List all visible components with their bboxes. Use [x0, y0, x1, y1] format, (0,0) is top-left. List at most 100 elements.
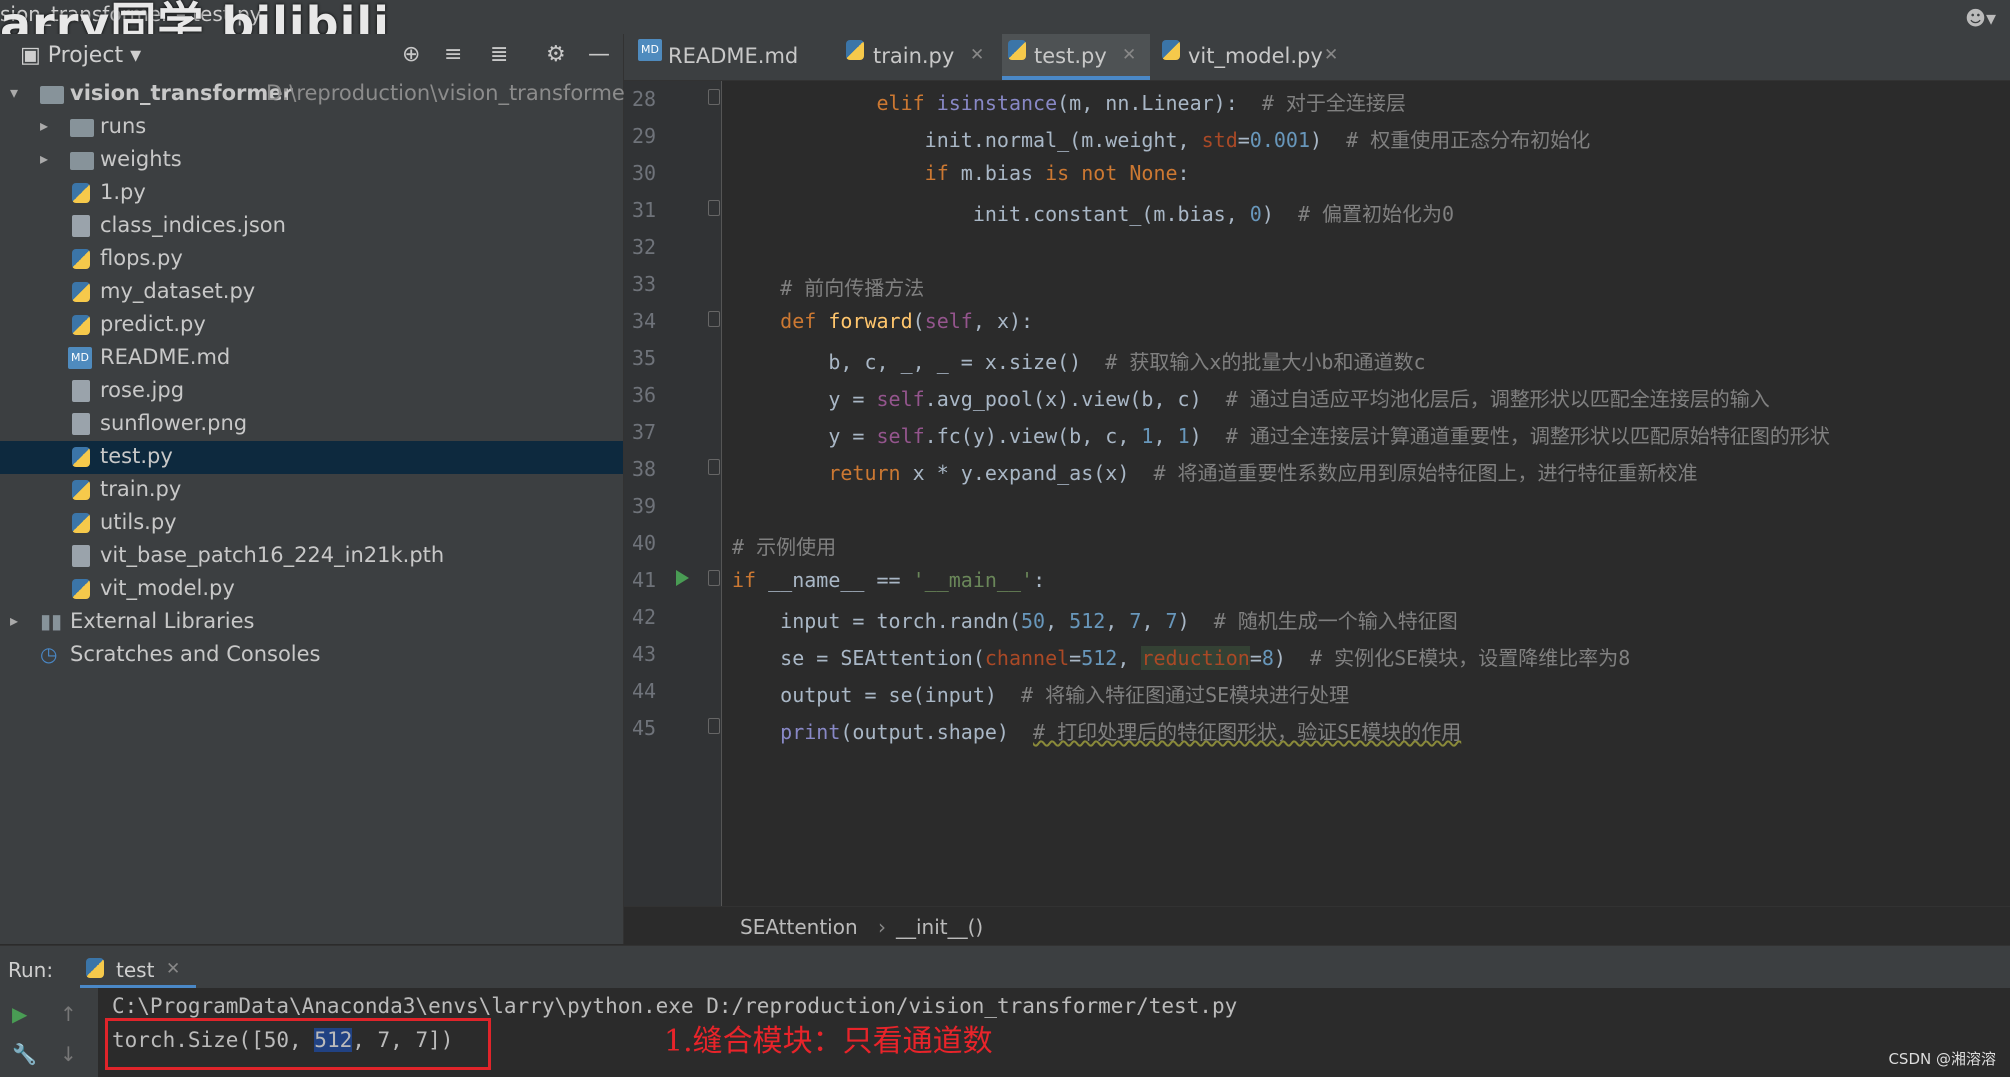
console-toolbar: ▶ ↑ 🔧 ↓ [0, 988, 98, 1077]
code-line[interactable]: 28 elif isinstance(m, nn.Linear): # 对于全连… [624, 81, 2010, 118]
user-icon[interactable]: ☻▾ [1965, 6, 1996, 30]
tree-item-label: README.md [100, 345, 231, 369]
fold-icon[interactable] [708, 570, 720, 586]
fold-icon[interactable] [708, 459, 720, 475]
run-icon[interactable] [676, 570, 689, 586]
code-line[interactable]: 33 # 前向传播方法 [624, 266, 2010, 303]
tree-item-readme[interactable]: MD README.md [0, 342, 623, 375]
tree-item-class-indices[interactable]: class_indices.json [0, 210, 623, 243]
code-text: return x * y.expand_as(x) # 将通道重要性系数应用到原… [828, 461, 1698, 485]
tree-item-external-libraries[interactable]: ▸ ▮▮ External Libraries [0, 606, 623, 639]
line-number: 45 [632, 716, 657, 740]
code-line[interactable]: 41 if __name__ == '__main__': [624, 562, 2010, 599]
tab-vit-model[interactable]: vit_model.py ✕ [1156, 34, 1352, 80]
tree-item-runs[interactable]: ▸ runs [0, 111, 623, 144]
highlight-box [105, 1018, 491, 1070]
gear-icon[interactable]: ⚙ [546, 42, 566, 67]
root-name: vision_transformer [70, 81, 293, 105]
code-line[interactable]: 34 def forward(self, x): [624, 303, 2010, 340]
locate-icon[interactable]: ⊕ [402, 42, 420, 67]
tab-readme[interactable]: MD README.md [638, 34, 798, 80]
tree-item-my-dataset[interactable]: my_dataset.py [0, 276, 623, 309]
chevron-right-icon[interactable]: ▸ [10, 611, 18, 630]
code-line[interactable]: 35 b, c, _, _ = x.size() # 获取输入x的批量大小b和通… [624, 340, 2010, 377]
tree-item-label: Scratches and Consoles [70, 642, 321, 666]
chevron-down-icon[interactable]: ▾ [10, 83, 18, 102]
tree-item-label: weights [100, 147, 182, 171]
project-dropdown[interactable]: ▣ Project ▾ [20, 43, 141, 68]
tree-item-vit-weights[interactable]: vit_base_patch16_224_in21k.pth [0, 540, 623, 573]
tab-train[interactable]: train.py ✕ [846, 34, 996, 80]
wrench-icon[interactable]: 🔧 [12, 1042, 37, 1066]
line-number: 36 [632, 383, 657, 407]
breadcrumb-method[interactable]: __init__() [896, 915, 983, 939]
project-toolbar: ▣ Project ▾ ⊕ ≡ ≣ ⚙ — [0, 34, 623, 78]
close-icon[interactable]: ✕ [1122, 45, 1136, 65]
code-line[interactable]: 42 input = torch.randn(50, 512, 7, 7) # … [624, 599, 2010, 636]
code-line[interactable]: 38 return x * y.expand_as(x) # 将通道重要性系数应… [624, 451, 2010, 488]
tree-item-rose[interactable]: rose.jpg [0, 375, 623, 408]
code-line[interactable]: 43 se = SEAttention(channel=512, reducti… [624, 636, 2010, 673]
markdown-file-icon: MD [638, 39, 662, 61]
code-line[interactable]: 29 init.normal_(m.weight, std=0.001) # 权… [624, 118, 2010, 155]
code-line[interactable]: 40 # 示例使用 [624, 525, 2010, 562]
tab-label: train.py [873, 44, 955, 68]
tree-item-1py[interactable]: 1.py [0, 177, 623, 210]
code-editor[interactable]: 28 elif isinstance(m, nn.Linear): # 对于全连… [624, 81, 2010, 906]
tree-item-train[interactable]: train.py [0, 474, 623, 507]
run-tab-test[interactable]: test ✕ [80, 948, 196, 989]
close-icon[interactable]: ✕ [1324, 45, 1338, 65]
tab-label: vit_model.py [1188, 44, 1323, 68]
close-icon[interactable]: ✕ [970, 45, 984, 65]
credit-watermark: CSDN @湘溶溶 [1888, 1050, 1996, 1068]
code-line[interactable]: 36 y = self.avg_pool(x).view(b, c) # 通过自… [624, 377, 2010, 414]
expand-all-icon[interactable]: ≡ [444, 42, 462, 67]
chevron-right-icon[interactable]: ▸ [40, 116, 48, 135]
code-line[interactable]: 37 y = self.fc(y).view(b, c, 1, 1) # 通过全… [624, 414, 2010, 451]
tree-root[interactable]: ▾ vision_transformer D:\reproduction\vis… [0, 78, 633, 111]
tree-item-scratches[interactable]: ◷ Scratches and Consoles [0, 639, 623, 672]
tree-item-vit-model[interactable]: vit_model.py [0, 573, 623, 606]
close-icon[interactable]: ✕ [166, 959, 180, 979]
json-file-icon [72, 215, 90, 237]
scratches-icon: ◷ [40, 642, 58, 666]
python-file-icon [72, 447, 90, 467]
code-text: elif isinstance(m, nn.Linear): # 对于全连接层 [876, 91, 1406, 115]
line-number: 30 [632, 161, 657, 185]
fold-icon[interactable] [708, 718, 720, 734]
run-console[interactable]: ▶ ↑ 🔧 ↓ C:\ProgramData\Anaconda3\envs\la… [0, 988, 2010, 1077]
code-line[interactable]: 39 [624, 488, 2010, 525]
fold-icon[interactable] [708, 89, 720, 105]
tree-item-label: test.py [100, 444, 173, 468]
breadcrumb-class[interactable]: SEAttention [740, 915, 858, 939]
tree-item-label: rose.jpg [100, 378, 185, 402]
code-line[interactable]: 32 [624, 229, 2010, 266]
code-line[interactable]: 30 if m.bias is not None: [624, 155, 2010, 192]
collapse-all-icon[interactable]: ≣ [490, 42, 508, 67]
tree-item-test[interactable]: test.py [0, 441, 623, 474]
folder-icon [70, 119, 94, 137]
code-comment: # 偏置初始化为0 [1297, 202, 1455, 226]
arrow-up-icon[interactable]: ↑ [60, 1002, 77, 1026]
code-line[interactable]: 45 print(output.shape) # 打印处理后的特征图形状，验证S… [624, 710, 2010, 747]
arrow-down-icon[interactable]: ↓ [60, 1042, 77, 1066]
tree-item-utils[interactable]: utils.py [0, 507, 623, 540]
tree-item-sunflower[interactable]: sunflower.png [0, 408, 623, 441]
line-number: 38 [632, 457, 657, 481]
breadcrumb-separator-icon: › [878, 915, 886, 939]
tree-item-weights[interactable]: ▸ weights [0, 144, 623, 177]
line-number: 31 [632, 198, 657, 222]
code-line[interactable]: 44 output = se(input) # 将输入特征图通过SE模块进行处理 [624, 673, 2010, 710]
chevron-right-icon[interactable]: ▸ [40, 149, 48, 168]
rerun-icon[interactable]: ▶ [12, 1002, 27, 1026]
fold-icon[interactable] [708, 200, 720, 216]
code-line[interactable]: 31 init.constant_(m.bias, 0) # 偏置初始化为0 [624, 192, 2010, 229]
minimize-icon[interactable]: — [588, 42, 610, 67]
tree-item-flops[interactable]: flops.py [0, 243, 623, 276]
tree-item-label: vit_base_patch16_224_in21k.pth [100, 543, 445, 567]
python-file-icon [72, 513, 90, 533]
tree-item-predict[interactable]: predict.py [0, 309, 623, 342]
fold-icon[interactable] [708, 311, 720, 327]
tree-item-label: my_dataset.py [100, 279, 256, 303]
tab-test[interactable]: test.py ✕ [1002, 34, 1150, 80]
